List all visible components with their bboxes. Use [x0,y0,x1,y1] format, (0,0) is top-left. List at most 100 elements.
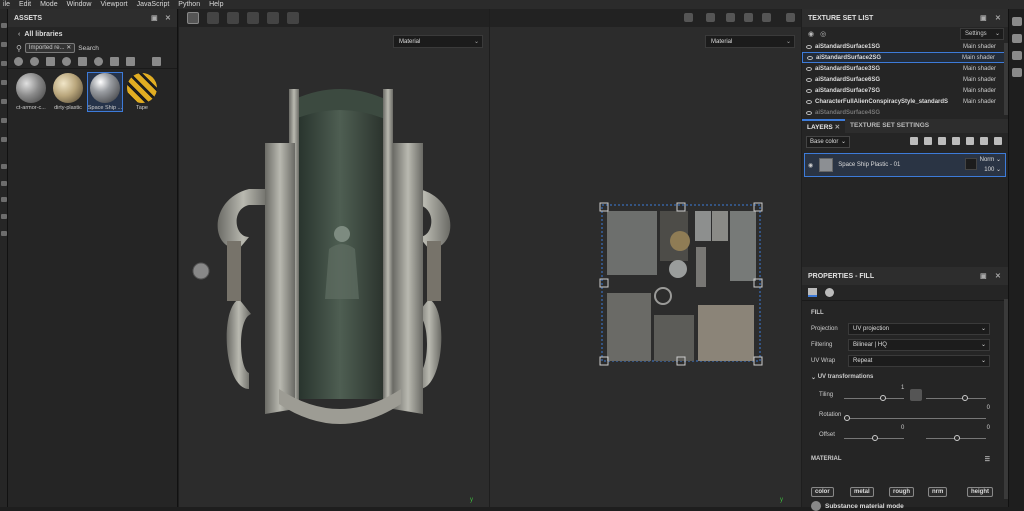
tiling-slider-v[interactable] [926,398,986,399]
layer-eye-icon[interactable]: ◉ [808,162,813,169]
material-icon[interactable] [825,288,834,297]
uv-transform-toggle[interactable]: ⌄ UV transformations [802,369,1008,385]
texture-set-item[interactable]: aiStandardSurface7SG Main shader [802,85,1008,96]
render-tool-icon[interactable] [1,231,7,236]
material-rough-button[interactable]: rough [889,487,914,497]
undock-icon[interactable]: ▣ [980,272,987,280]
filtering-select[interactable]: Bilinear | HQ ⌄ [848,339,990,351]
paint-tool-icon[interactable] [1,23,7,28]
eye-icon[interactable]: ◎ [820,30,826,38]
rotation-slider[interactable] [844,418,986,419]
asset-item[interactable]: ct-armor-c... [14,73,48,111]
history-icon[interactable] [1011,51,1022,60]
polygon-fill-icon[interactable] [1,80,7,85]
channel-select[interactable]: Base color ⌄ [806,136,850,148]
menu-file[interactable]: ile [3,1,10,8]
select-tool-icon[interactable] [1,181,7,186]
effects-icon[interactable] [910,137,918,145]
camera-icon[interactable] [1011,17,1022,26]
viewport-2d[interactable]: Material ⌄ y [490,9,801,507]
material-color-button[interactable]: color [811,487,834,497]
viewport-3d[interactable]: Material ⌄ y [179,9,489,507]
asset-preview [53,73,83,103]
eraser-tool-icon[interactable] [1,42,7,47]
transform-tool-icon[interactable] [1,164,7,169]
tiling-slider[interactable] [844,398,904,399]
tiling-knob[interactable] [880,395,886,401]
menu-javascript[interactable]: JavaScript [137,1,170,8]
asset-item[interactable]: Space Ship ... [87,72,123,112]
offset-knob-v[interactable] [954,435,960,441]
material-menu-icon[interactable]: ☰ [985,456,990,463]
tab-texture-set-settings[interactable]: TEXTURE SET SETTINGS [845,119,934,133]
smudge-tool-icon[interactable] [1,99,7,104]
texture-set-item[interactable]: aiStandardSurface4SG [802,107,1008,117]
texture-set-item[interactable]: aiStandardSurface3SG Main shader [802,63,1008,74]
menu-help[interactable]: Help [209,1,223,8]
log-icon[interactable] [1011,68,1022,77]
offset-knob-u[interactable] [872,435,878,441]
mask-icon[interactable] [924,137,932,145]
layer-opacity[interactable]: 100 ⌄ [984,166,1001,173]
picker-tool-icon[interactable] [1,137,7,142]
add-layer-icon[interactable] [966,137,974,145]
library-selector[interactable]: ‹ All libraries [8,27,177,42]
material-height-button[interactable]: height [967,487,993,497]
grid-view-icon[interactable] [152,56,161,66]
blend-mode[interactable]: Norm ⌄ [980,156,1001,163]
tiling-knob-v[interactable] [962,395,968,401]
close-icon[interactable]: ✕ [995,14,1001,22]
menu-viewport[interactable]: Viewport [101,1,128,8]
environments-filter-icon[interactable] [126,56,135,66]
materials-filter-icon[interactable] [14,56,23,66]
substance-icon [811,501,821,511]
smart-materials-filter-icon[interactable] [30,56,39,66]
settings-dropdown[interactable]: Settings ⌄ [960,28,1004,40]
rotation-knob[interactable] [844,415,850,421]
menu-mode[interactable]: Mode [40,1,58,8]
layer-mask-slot[interactable] [965,158,977,170]
filters-filter-icon[interactable] [62,56,71,66]
material-metal-button[interactable]: metal [850,487,874,497]
visibility-icon[interactable]: ◉ [808,30,814,38]
folder-icon[interactable] [980,137,988,145]
asset-item[interactable]: dirty-plastic [51,73,85,111]
substance-mode-row[interactable]: Substance material mode [811,501,904,511]
textures-filter-icon[interactable] [46,56,55,66]
tools-filter-icon[interactable] [110,56,119,66]
filter-chip[interactable]: Imported re... ✕ [24,43,76,53]
bake-tool-icon[interactable] [1,214,7,219]
close-icon[interactable]: ✕ [995,272,1001,280]
environment-icon[interactable] [1011,34,1022,43]
menu-edit[interactable]: Edit [19,1,31,8]
brushes-filter-icon[interactable] [78,56,87,66]
undock-icon[interactable]: ▣ [151,14,158,22]
search-input[interactable]: Search [78,45,99,52]
projection-tool-icon[interactable] [1,61,7,66]
filter-row: ⚲ Imported re... ✕ Search [8,42,177,54]
texture-set-item[interactable]: aiStandardSurface6SG Main shader [802,74,1008,85]
uvwrap-select[interactable]: Repeat ⌄ [848,355,990,367]
tab-layers[interactable]: LAYERS ✕ [802,119,846,133]
particles-filter-icon[interactable] [94,56,103,66]
asset-grid: ct-armor-c... dirty-plastic Space Ship .… [8,69,177,115]
texture-set-item[interactable]: aiStandardSurface2SG Main shader [802,52,1008,63]
delete-icon[interactable] [994,137,1002,145]
clone-tool-icon[interactable] [1,118,7,123]
texture-set-item[interactable]: CharacterFullAlienConspiracyStyle_standa… [802,96,1008,107]
material-nrm-button[interactable]: nrm [928,487,948,497]
ruler-tool-icon[interactable] [1,197,7,202]
menu-window[interactable]: Window [67,1,92,8]
lock-icon[interactable] [910,389,922,401]
rotation-row: Rotation 0 [802,405,1008,425]
projection-select[interactable]: UV projection ⌄ [848,323,990,335]
texture-set-item[interactable]: aiStandardSurface1SG Main shader [802,41,1008,52]
brush-icon[interactable] [938,137,946,145]
layer-row[interactable]: ◉ Space Ship Plastic - 01 Norm ⌄ 100 ⌄ [804,153,1006,177]
close-icon[interactable]: ✕ [165,14,171,22]
asset-item[interactable]: Tape [125,73,159,111]
undock-icon[interactable]: ▣ [980,14,987,22]
fill-settings-icon[interactable] [808,288,817,297]
fill-layer-icon[interactable] [952,137,960,145]
menu-python[interactable]: Python [178,1,200,8]
